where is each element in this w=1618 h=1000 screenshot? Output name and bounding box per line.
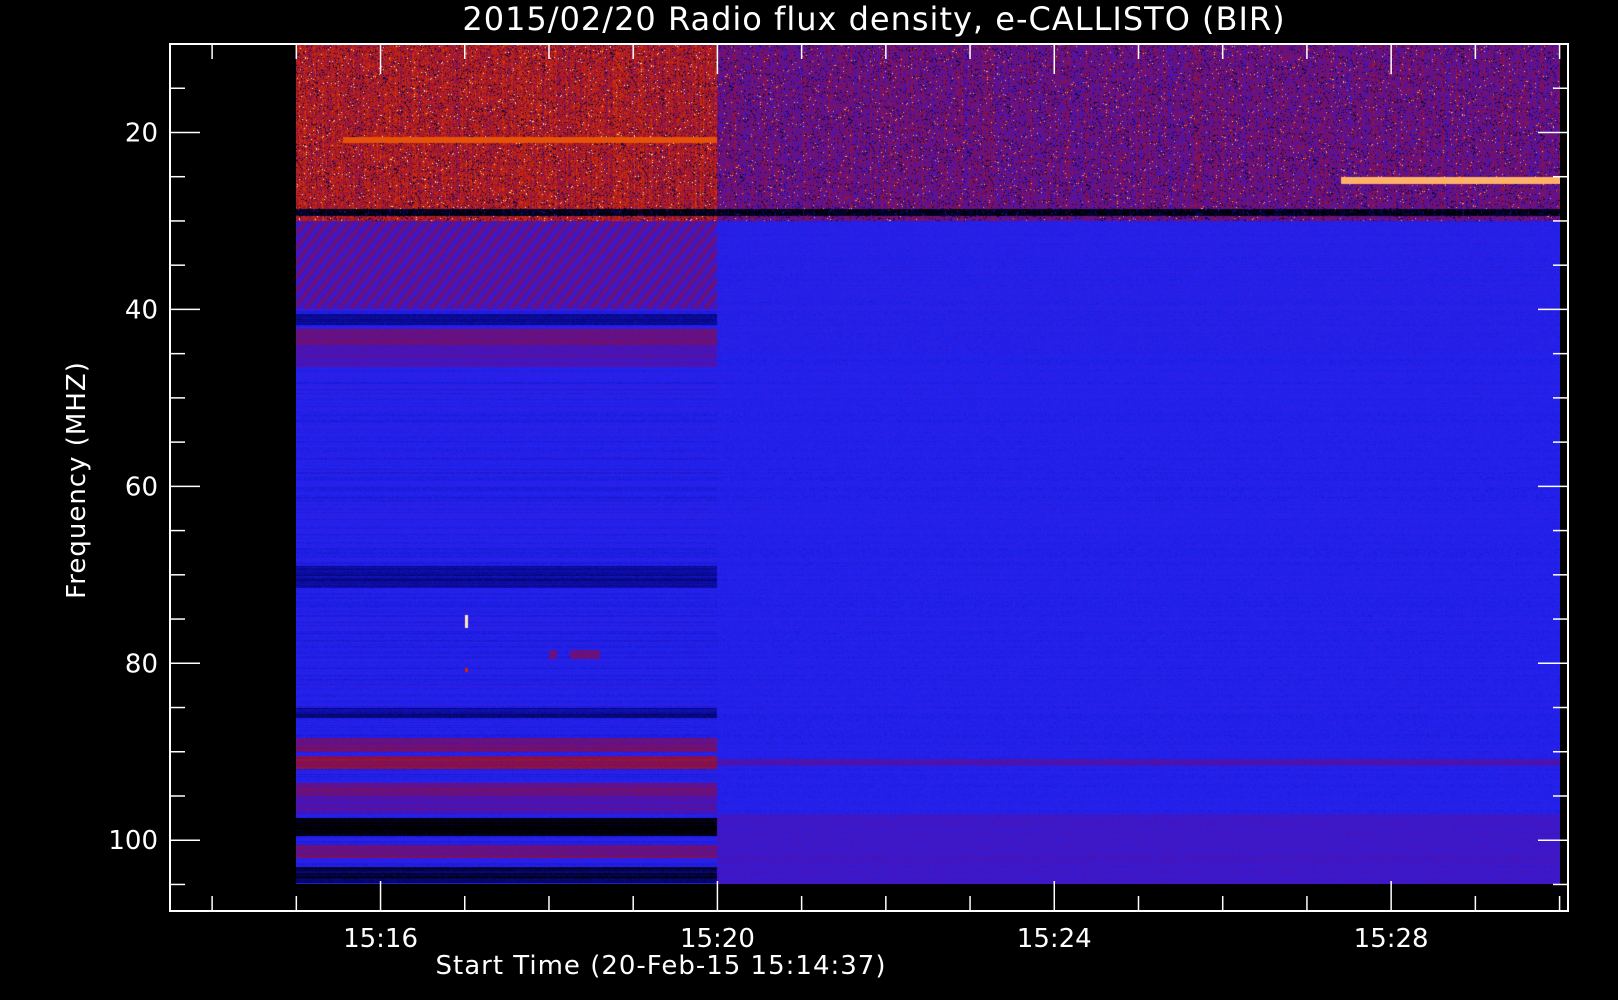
y-tick-label: 100 (108, 826, 158, 856)
y-tick-label: 80 (125, 649, 158, 679)
x-tick-label: 15:24 (1017, 924, 1092, 954)
chart-title: 2015/02/20 Radio flux density, e-CALLIST… (462, 0, 1285, 38)
x-tick-label: 15:20 (680, 924, 755, 954)
heatmap-image (296, 44, 1560, 884)
x-tick-label: 15:16 (343, 924, 418, 954)
y-tick-label: 60 (125, 472, 158, 502)
spectrogram-figure: 2015/02/20 Radio flux density, e-CALLIST… (0, 0, 1618, 1000)
spectrogram-raster (296, 44, 1560, 884)
x-tick-label: 15:28 (1354, 924, 1429, 954)
y-tick-label: 20 (125, 118, 158, 148)
y-tick-label: 40 (125, 295, 158, 325)
y-axis-label: Frequency (MHZ) (62, 361, 92, 599)
x-axis-label: Start Time (20-Feb-15 15:14:37) (436, 951, 887, 981)
